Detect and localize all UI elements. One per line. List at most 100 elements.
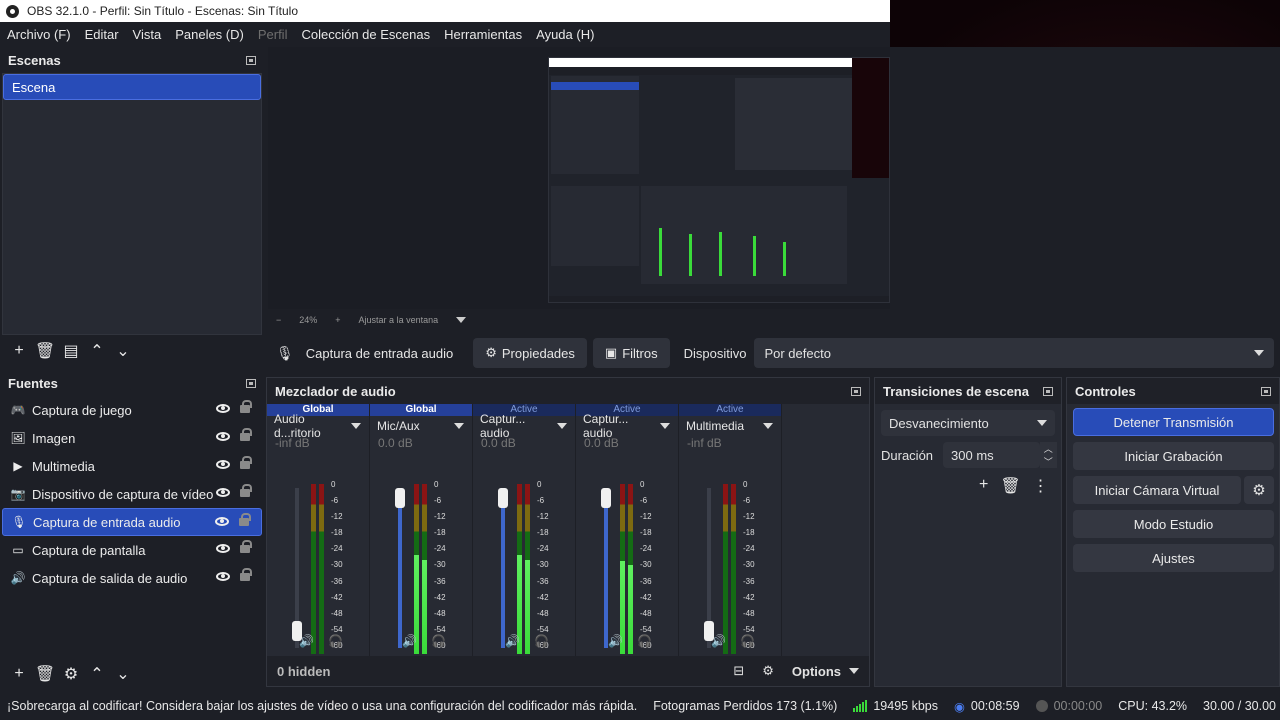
- undock-icon[interactable]: [1043, 386, 1053, 396]
- channel-name-menu[interactable]: Captur... audio: [473, 412, 575, 440]
- spin-up-icon[interactable]: ︿: [1044, 442, 1053, 455]
- fit-window-label[interactable]: Ajustar a la ventana: [359, 315, 439, 325]
- signal-strength-icon: [853, 700, 868, 712]
- settings-button[interactable]: Ajustes: [1073, 544, 1274, 572]
- channel-name-menu[interactable]: Multimedia: [679, 416, 781, 436]
- db-scale-tick: -6: [434, 496, 442, 506]
- monitor-headphones-icon[interactable]: 🎧: [431, 634, 446, 648]
- menu-item[interactable]: Paneles (D): [175, 27, 244, 42]
- device-select[interactable]: Por defecto: [754, 338, 1274, 368]
- advanced-audio-icon[interactable]: ⚙: [762, 663, 774, 679]
- source-item[interactable]: 🔊 Captura de salida de audio: [2, 564, 262, 592]
- channel-name-menu[interactable]: Captur... audio: [576, 412, 678, 440]
- trash-icon[interactable]: 🗑: [1000, 476, 1020, 496]
- source-item[interactable]: 🖼 Imagen: [2, 424, 262, 452]
- menu-item[interactable]: Colección de Escenas: [301, 27, 430, 42]
- move-up-icon[interactable]: ⌃: [84, 340, 110, 362]
- volume-fader-track[interactable]: [604, 488, 608, 648]
- visibility-eye-icon[interactable]: [216, 572, 230, 581]
- transition-select[interactable]: Desvanecimiento: [881, 410, 1055, 436]
- lock-icon[interactable]: [240, 456, 252, 469]
- monitor-headphones-icon[interactable]: 🎧: [534, 634, 549, 648]
- layout-icon[interactable]: ⊟: [733, 663, 744, 679]
- lock-icon[interactable]: [240, 540, 252, 553]
- mixer-footer: 0 hidden ⊟ ⚙ Options: [267, 656, 869, 686]
- mute-speaker-icon[interactable]: 🔊: [608, 634, 623, 648]
- duration-label: Duración: [881, 447, 934, 463]
- level-meter: [311, 484, 316, 654]
- monitor-headphones-icon[interactable]: 🎧: [637, 634, 652, 648]
- virtual-camera-settings-gear-icon[interactable]: ⚙: [1244, 476, 1274, 504]
- source-item[interactable]: ▶ Multimedia: [2, 452, 262, 480]
- menu-item[interactable]: Archivo (F): [7, 27, 71, 42]
- add-source-icon[interactable]: +: [6, 663, 32, 685]
- stop-streaming-button[interactable]: Detener Transmisión: [1073, 408, 1274, 436]
- source-item[interactable]: 📷 Dispositivo de captura de vídeo: [2, 480, 262, 508]
- zoom-out-button[interactable]: −: [276, 315, 281, 325]
- visibility-eye-icon[interactable]: [216, 404, 230, 413]
- volume-fader-track[interactable]: [501, 488, 505, 648]
- undock-icon[interactable]: [1261, 386, 1271, 396]
- menu-item[interactable]: Editar: [85, 27, 119, 42]
- mute-speaker-icon[interactable]: 🔊: [505, 634, 520, 648]
- start-virtual-camera-button[interactable]: Iniciar Cámara Virtual: [1073, 476, 1241, 504]
- lock-icon[interactable]: [240, 400, 252, 413]
- visibility-eye-icon[interactable]: [216, 432, 230, 441]
- studio-mode-button[interactable]: Modo Estudio: [1073, 510, 1274, 538]
- duration-input[interactable]: 300 ms: [943, 442, 1040, 468]
- visibility-eye-icon[interactable]: [215, 517, 229, 526]
- move-down-icon[interactable]: ⌄: [110, 340, 136, 362]
- source-item[interactable]: 🎮 Captura de juego: [2, 396, 262, 424]
- scene-item[interactable]: Escena: [3, 74, 261, 100]
- source-item[interactable]: 🎙 Captura de entrada audio: [2, 508, 262, 536]
- menu-item[interactable]: Ayuda (H): [536, 27, 594, 42]
- volume-fader-track[interactable]: [398, 488, 402, 648]
- volume-fader-knob[interactable]: [601, 488, 611, 508]
- trash-icon[interactable]: 🗑: [32, 663, 58, 685]
- visibility-eye-icon[interactable]: [216, 544, 230, 553]
- mute-speaker-icon[interactable]: 🔊: [711, 634, 726, 648]
- db-scale-tick: 0: [434, 480, 439, 489]
- microphone-icon: 🎙: [276, 344, 294, 361]
- more-options-icon[interactable]: ⋮: [1033, 476, 1049, 496]
- options-button[interactable]: Options: [792, 664, 859, 679]
- spin-down-icon[interactable]: ﹀: [1044, 455, 1053, 468]
- volume-fader-knob[interactable]: [395, 488, 405, 508]
- move-down-icon[interactable]: ⌄: [110, 663, 136, 685]
- chevron-down-icon[interactable]: [456, 317, 467, 323]
- mute-speaker-icon[interactable]: 🔊: [299, 634, 314, 648]
- channel-name-menu[interactable]: Audio d...ritorio: [267, 412, 369, 440]
- filter-panel-icon[interactable]: ▤: [58, 340, 84, 362]
- visibility-eye-icon[interactable]: [216, 488, 230, 497]
- properties-button[interactable]: ⚙ Propiedades: [473, 338, 587, 368]
- filters-button[interactable]: ▣ Filtros: [592, 338, 670, 368]
- zoom-in-button[interactable]: +: [335, 315, 340, 325]
- volume-fader-knob[interactable]: [498, 488, 508, 508]
- move-up-icon[interactable]: ⌃: [84, 663, 110, 685]
- undock-icon[interactable]: [851, 386, 861, 396]
- lock-icon[interactable]: [240, 484, 252, 497]
- channel-db-value: 0.0 dB: [378, 436, 413, 450]
- lock-icon[interactable]: [240, 568, 252, 581]
- channel-name-menu[interactable]: Mic/Aux: [370, 416, 472, 436]
- monitor-headphones-icon[interactable]: 🎧: [328, 634, 343, 648]
- add-scene-icon[interactable]: +: [6, 340, 32, 362]
- lock-icon[interactable]: [240, 428, 252, 441]
- gear-icon[interactable]: ⚙: [58, 663, 84, 685]
- undock-icon[interactable]: [246, 55, 256, 65]
- lock-icon[interactable]: [239, 513, 251, 526]
- start-recording-button[interactable]: Iniciar Grabación: [1073, 442, 1274, 470]
- monitor-headphones-icon[interactable]: 🎧: [740, 634, 755, 648]
- trash-icon[interactable]: 🗑: [32, 340, 58, 362]
- add-transition-icon[interactable]: +: [979, 476, 988, 496]
- visibility-eye-icon[interactable]: [216, 460, 230, 469]
- menu-item[interactable]: Herramientas: [444, 27, 522, 42]
- source-item[interactable]: ▭ Captura de pantalla: [2, 536, 262, 564]
- menu-item[interactable]: Vista: [133, 27, 162, 42]
- preview-canvas[interactable]: [268, 47, 890, 309]
- duration-spinner[interactable]: ︿ ﹀: [1039, 442, 1057, 468]
- mute-speaker-icon[interactable]: 🔊: [402, 634, 417, 648]
- undock-icon[interactable]: [246, 378, 256, 388]
- channel-controls: 🔊 🎧: [711, 634, 755, 648]
- db-scale-tick: -42: [434, 592, 446, 602]
